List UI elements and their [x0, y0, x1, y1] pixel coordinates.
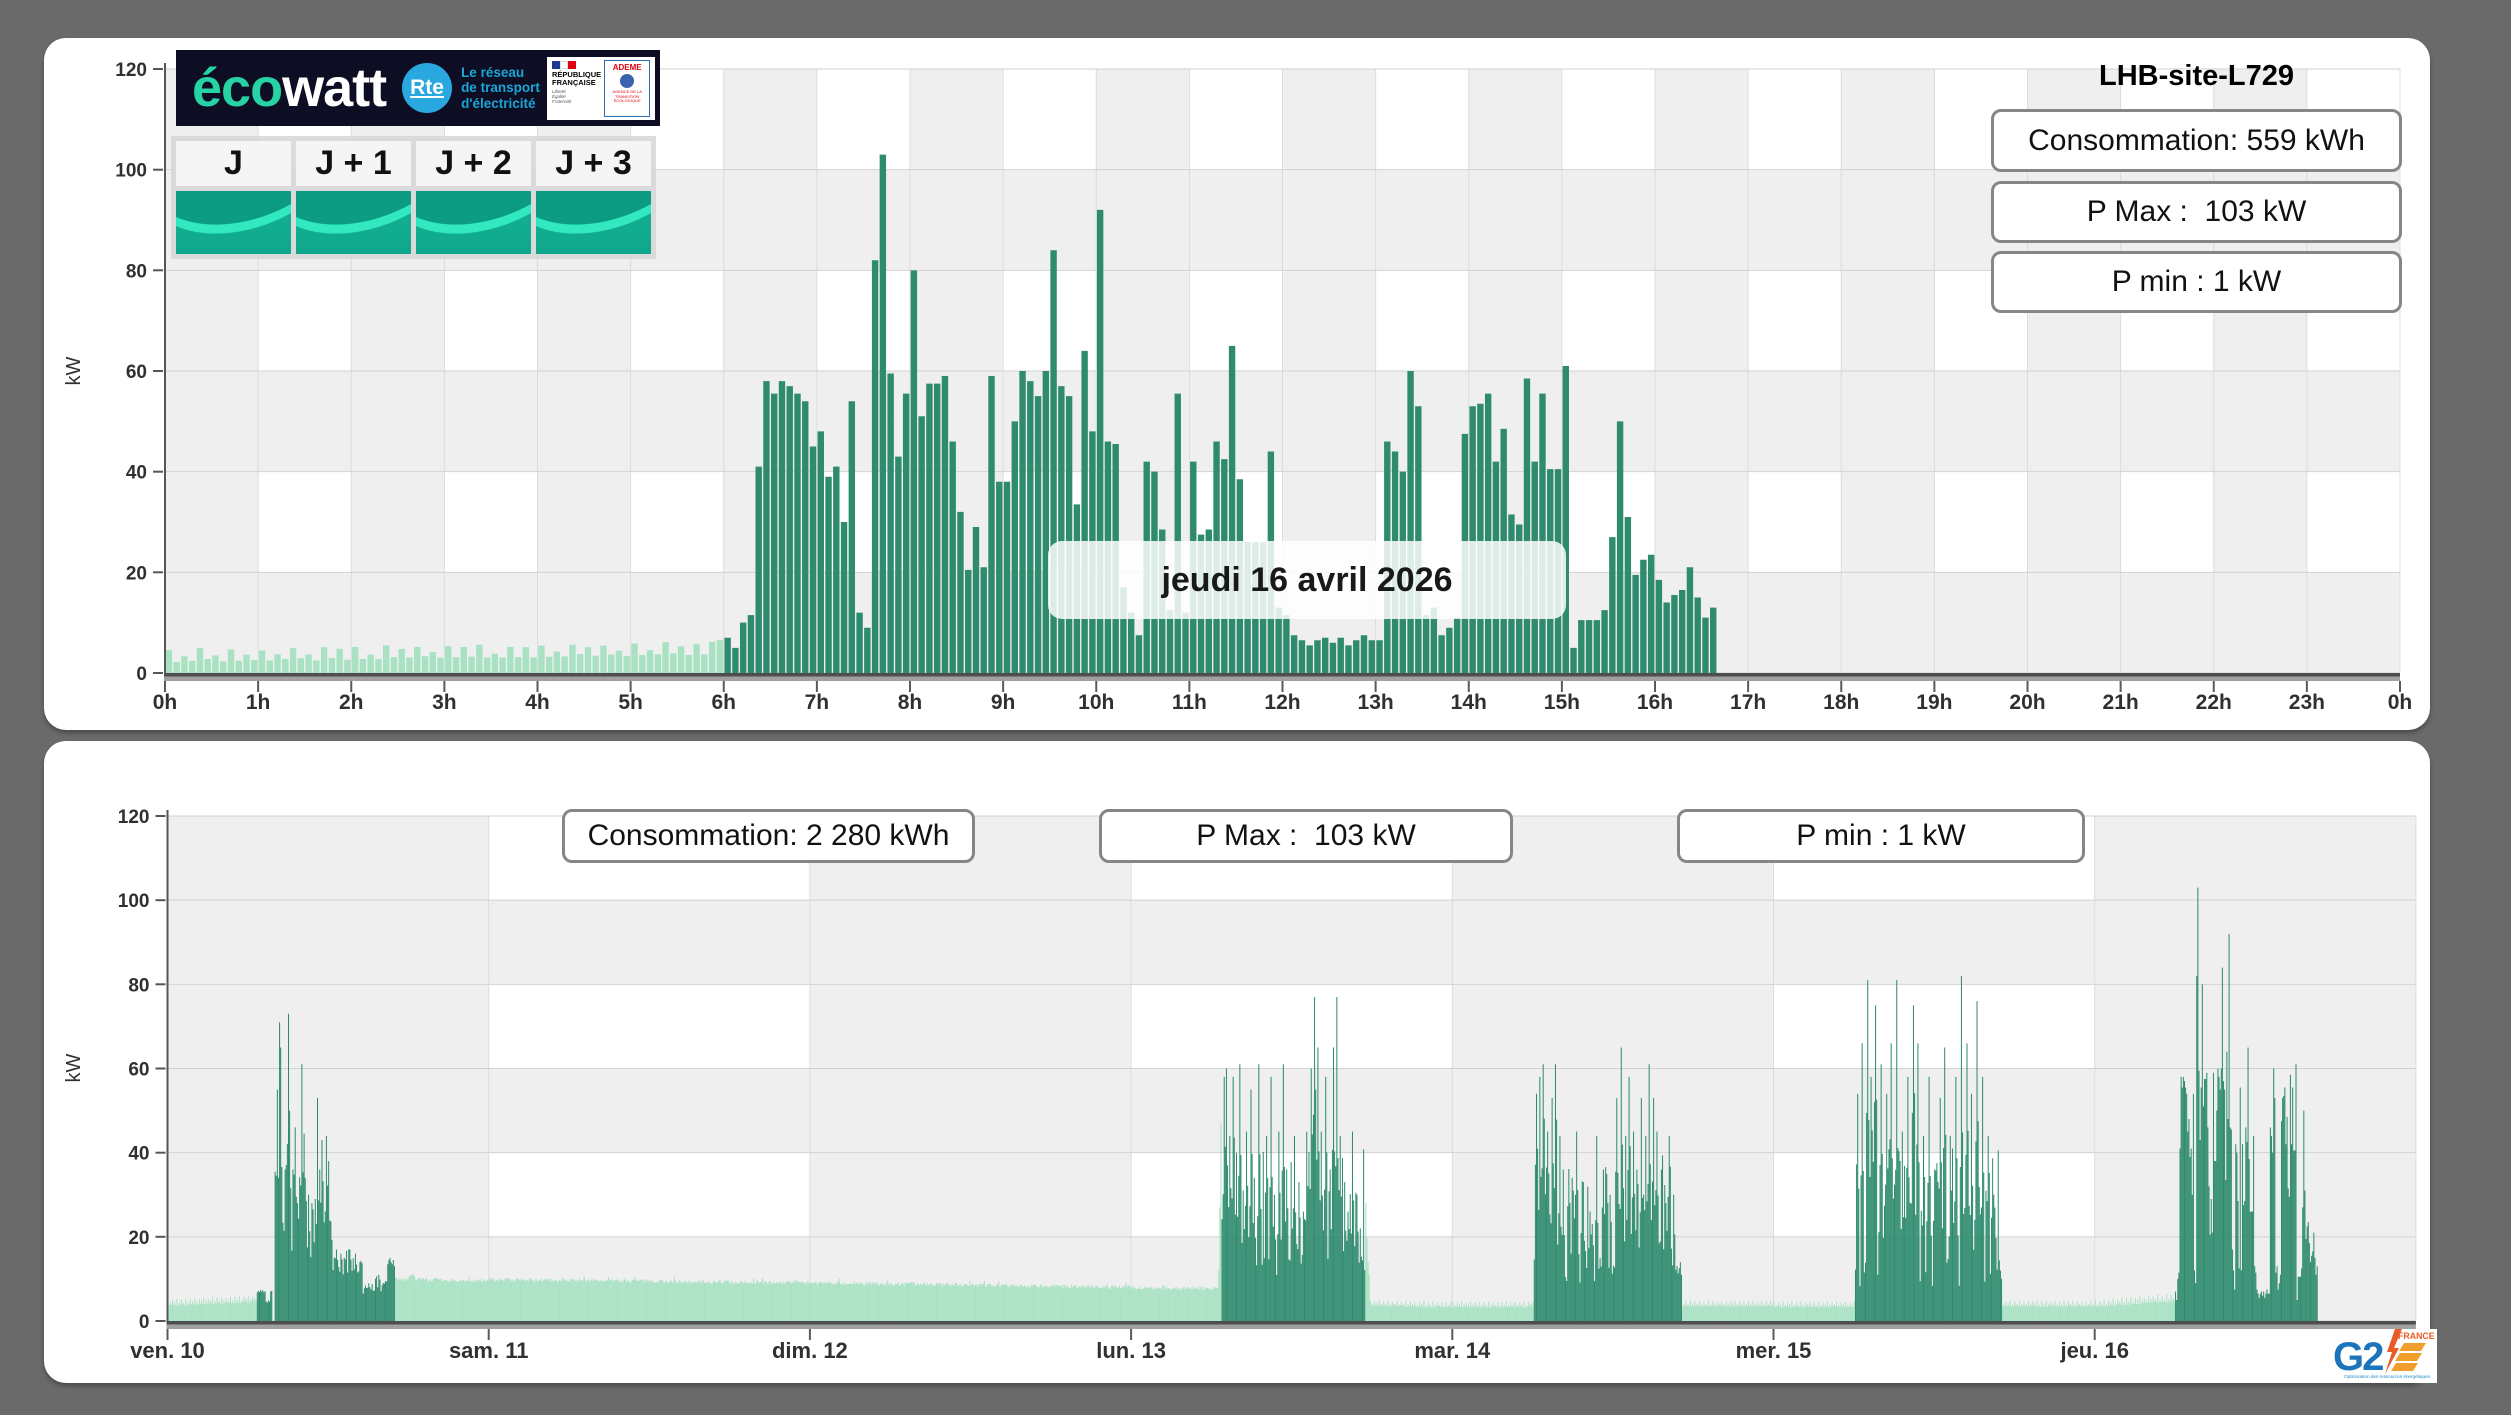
- svg-text:16h: 16h: [1637, 691, 1673, 714]
- svg-text:20: 20: [126, 563, 147, 584]
- svg-text:0h: 0h: [2388, 691, 2413, 714]
- svg-text:20: 20: [128, 1228, 149, 1249]
- svg-text:19h: 19h: [1916, 691, 1952, 714]
- svg-text:100: 100: [118, 891, 150, 912]
- svg-text:1h: 1h: [246, 691, 271, 714]
- svg-text:dim. 12: dim. 12: [772, 1338, 848, 1363]
- svg-text:6h: 6h: [711, 691, 736, 714]
- svg-text:5h: 5h: [618, 691, 643, 714]
- svg-text:3h: 3h: [432, 691, 457, 714]
- svg-text:11h: 11h: [1172, 691, 1207, 714]
- svg-text:lun. 13: lun. 13: [1096, 1338, 1166, 1363]
- svg-text:40: 40: [128, 1144, 149, 1165]
- svg-text:15h: 15h: [1544, 691, 1580, 714]
- svg-text:mer. 15: mer. 15: [1736, 1338, 1812, 1363]
- svg-text:60: 60: [126, 362, 147, 383]
- svg-text:jeu. 16: jeu. 16: [2059, 1338, 2128, 1363]
- svg-text:FRANCE: FRANCE: [2398, 1331, 2435, 1341]
- svg-text:9h: 9h: [991, 691, 1016, 714]
- svg-text:17h: 17h: [1730, 691, 1766, 714]
- svg-text:2h: 2h: [339, 691, 364, 714]
- svg-text:G2: G2: [2333, 1335, 2383, 1379]
- svg-text:12h: 12h: [1264, 691, 1300, 714]
- svg-text:ven. 10: ven. 10: [130, 1338, 205, 1363]
- svg-text:0: 0: [139, 1312, 150, 1333]
- svg-text:4h: 4h: [525, 691, 550, 714]
- svg-text:120: 120: [115, 60, 147, 81]
- svg-text:22h: 22h: [2196, 691, 2232, 714]
- svg-text:13h: 13h: [1358, 691, 1394, 714]
- svg-text:0h: 0h: [153, 691, 178, 714]
- svg-text:80: 80: [126, 261, 147, 282]
- svg-text:mar. 14: mar. 14: [1414, 1338, 1491, 1363]
- svg-text:14h: 14h: [1451, 691, 1487, 714]
- svg-text:7h: 7h: [805, 691, 830, 714]
- svg-text:kW: kW: [63, 356, 85, 385]
- svg-text:8h: 8h: [898, 691, 923, 714]
- svg-text:60: 60: [128, 1060, 149, 1081]
- svg-text:0: 0: [136, 664, 147, 685]
- svg-text:23h: 23h: [2289, 691, 2325, 714]
- svg-text:Optimisation des ressources én: Optimisation des ressources énergétiques: [2344, 1374, 2431, 1380]
- svg-text:120: 120: [118, 807, 150, 828]
- svg-text:sam. 11: sam. 11: [449, 1338, 529, 1363]
- svg-text:kW: kW: [63, 1053, 85, 1082]
- svg-text:100: 100: [115, 161, 147, 182]
- svg-text:80: 80: [128, 975, 149, 996]
- svg-text:40: 40: [126, 463, 147, 484]
- svg-text:18h: 18h: [1823, 691, 1859, 714]
- svg-text:21h: 21h: [2103, 691, 2139, 714]
- svg-text:10h: 10h: [1078, 691, 1114, 714]
- svg-text:20h: 20h: [2009, 691, 2045, 714]
